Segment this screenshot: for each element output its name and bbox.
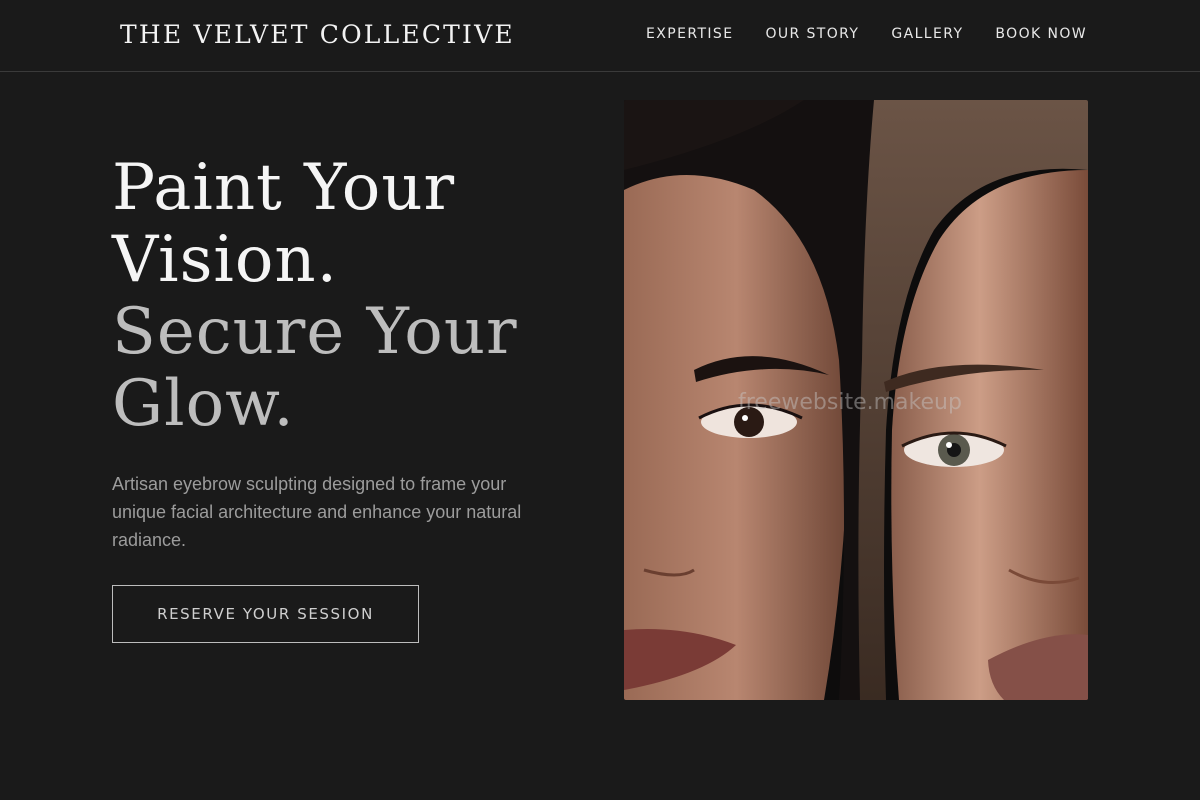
reserve-session-button[interactable]: RESERVE YOUR SESSION	[112, 585, 419, 643]
main-nav: EXPERTISE OUR STORY GALLERY BOOK NOW	[646, 26, 1087, 42]
nav-link-gallery[interactable]: GALLERY	[891, 26, 963, 42]
nav-link-our-story[interactable]: OUR STORY	[765, 26, 859, 42]
site-header: THE VELVET COLLECTIVE EXPERTISE OUR STOR…	[0, 0, 1200, 72]
brand-logo[interactable]: THE VELVET COLLECTIVE	[120, 20, 515, 49]
hero-photo: freewebsite.makeup	[624, 100, 1088, 700]
headline-line-2: Vision.	[112, 223, 338, 297]
hero-subtext: Artisan eyebrow sculpting designed to fr…	[112, 474, 522, 550]
headline-line-4: Glow.	[112, 367, 295, 441]
image-watermark: freewebsite.makeup	[738, 390, 962, 415]
hero-headline: Paint Your Vision. Secure Your Glow.	[112, 152, 582, 440]
headline-line-1: Paint Your	[112, 151, 456, 225]
nav-link-book-now[interactable]: BOOK NOW	[995, 26, 1087, 42]
headline-line-3: Secure Your	[112, 295, 518, 369]
nav-link-expertise[interactable]: EXPERTISE	[646, 26, 733, 42]
